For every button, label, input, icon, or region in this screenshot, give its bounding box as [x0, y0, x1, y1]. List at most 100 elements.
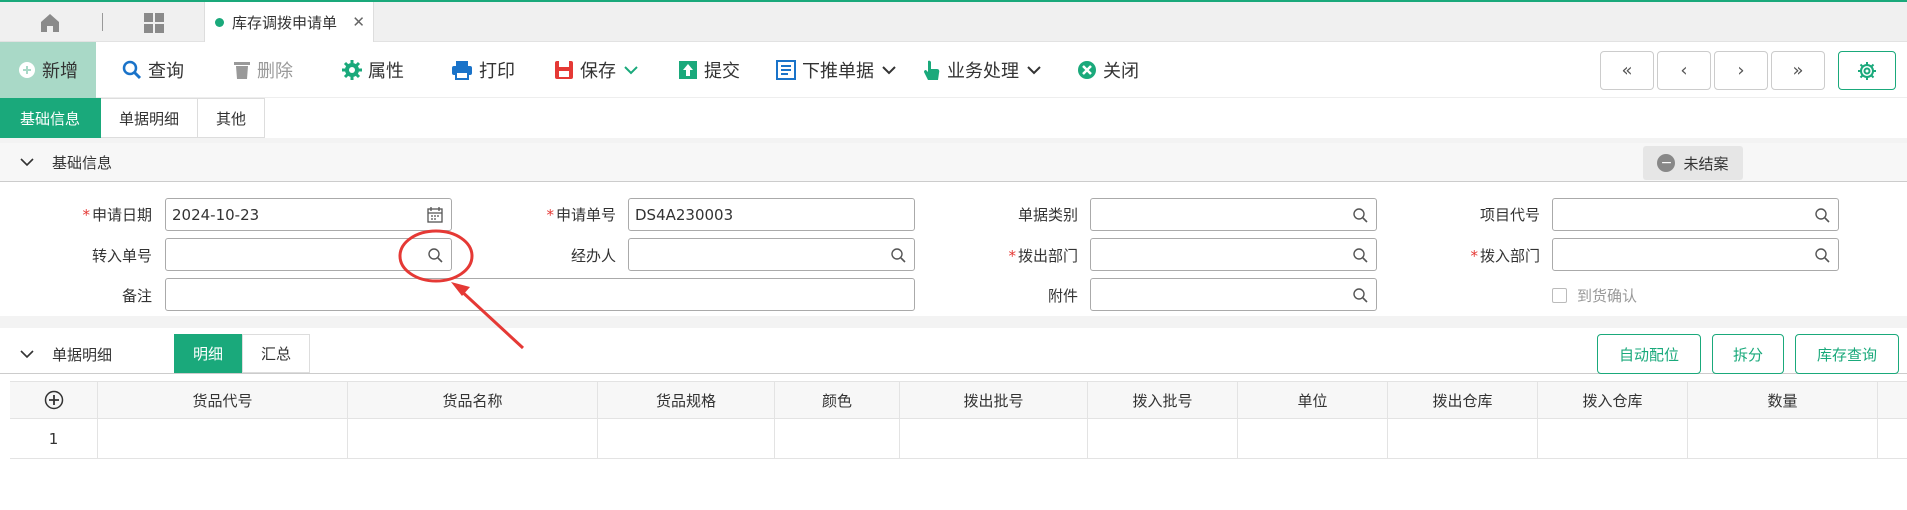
handler-label: 经办人 [570, 247, 616, 265]
in-dept-label: * 拨入部门 [1470, 247, 1540, 265]
upload-icon [679, 61, 697, 79]
chevron-down-icon[interactable] [882, 65, 896, 75]
table-row[interactable]: 1 [10, 419, 1907, 459]
table-cell[interactable] [1388, 419, 1538, 458]
chevron-down-icon[interactable] [20, 349, 34, 359]
table-cell[interactable] [775, 419, 900, 458]
transfer-in-no-field[interactable] [165, 238, 452, 271]
first-record-button[interactable]: « [1600, 51, 1654, 90]
divider-strip [0, 316, 1907, 328]
table-cell[interactable] [348, 419, 598, 458]
table-cell[interactable] [1238, 419, 1388, 458]
remark-label: 备注 [121, 287, 152, 305]
property-button-label: 属性 [368, 61, 404, 82]
section-title: 单据明细 [52, 345, 113, 364]
checkbox-box[interactable] [1552, 288, 1567, 303]
search-icon[interactable] [1814, 207, 1830, 223]
print-button-label: 打印 [479, 61, 515, 82]
push-document-label: 下推单据 [802, 61, 874, 82]
column-header[interactable]: 货品代号 [98, 382, 348, 418]
doc-type-field[interactable] [1090, 198, 1377, 231]
table-cell[interactable] [900, 419, 1088, 458]
calendar-icon[interactable] [427, 207, 443, 223]
delete-button[interactable]: 删除 [233, 42, 293, 98]
column-header[interactable]: 拨出仓库 [1388, 382, 1538, 418]
search-icon[interactable] [1352, 207, 1368, 223]
table-filler [1878, 419, 1907, 458]
project-code-field[interactable] [1552, 198, 1839, 231]
printer-icon [452, 61, 472, 80]
column-header[interactable]: 货品名称 [348, 382, 598, 418]
chevron-down-icon[interactable] [20, 157, 34, 167]
business-process-button[interactable]: 业务处理 [923, 42, 1041, 98]
apply-no-field[interactable]: DS4A230003 [628, 198, 915, 231]
close-tab-icon[interactable]: ✕ [352, 13, 365, 31]
column-header[interactable]: 颜色 [775, 382, 900, 418]
table-cell[interactable] [598, 419, 775, 458]
settings-button[interactable] [1838, 51, 1896, 90]
column-header[interactable]: 数量 [1688, 382, 1878, 418]
table-cell[interactable] [1538, 419, 1688, 458]
toolbar: 新增 查询 删除 属性 打印 保存 提交 下推单据 业务处理 关闭 « ‹ › [0, 42, 1907, 98]
submit-button-label: 提交 [704, 61, 740, 82]
table-cell[interactable] [1688, 419, 1878, 458]
submit-button[interactable]: 提交 [678, 42, 740, 98]
remark-field[interactable] [165, 278, 915, 311]
detail-view-toggle: 明细 汇总 [174, 334, 311, 373]
search-icon[interactable] [1814, 247, 1830, 263]
toggle-summary[interactable]: 汇总 [242, 334, 311, 373]
basic-info-section-header[interactable]: 基础信息 [0, 143, 1907, 182]
in-dept-field[interactable] [1552, 238, 1839, 271]
split-button[interactable]: 拆分 [1712, 334, 1784, 374]
gear-icon [342, 60, 362, 80]
apply-no-label: * 申请单号 [546, 206, 616, 224]
column-header[interactable]: 货品规格 [598, 382, 775, 418]
handler-field[interactable] [628, 238, 915, 271]
apply-date-field[interactable]: 2024-10-23 [165, 198, 452, 231]
last-record-button[interactable]: » [1771, 51, 1825, 90]
close-button[interactable]: 关闭 [1077, 42, 1139, 98]
row-index: 1 [10, 419, 98, 458]
auto-locate-button[interactable]: 自动配位 [1597, 334, 1701, 374]
search-icon[interactable] [890, 247, 906, 263]
column-header[interactable]: 拨入批号 [1088, 382, 1238, 418]
column-header[interactable]: 拨入仓库 [1538, 382, 1688, 418]
query-button[interactable]: 查询 [122, 42, 184, 98]
search-icon[interactable] [1352, 247, 1368, 263]
detail-table: 货品代号 货品名称 货品规格 颜色 拨出批号 拨入批号 单位 拨出仓库 拨入仓库… [10, 381, 1907, 459]
add-row-button[interactable] [10, 382, 98, 418]
transfer-in-no-label: 转入单号 [91, 247, 152, 265]
trash-icon [234, 62, 250, 79]
section-title: 基础信息 [52, 153, 113, 172]
arrival-confirm-checkbox[interactable]: 到货确认 [1552, 285, 1637, 306]
save-button[interactable]: 保存 [554, 42, 638, 98]
chevron-down-icon[interactable] [1027, 65, 1041, 75]
attachment-field[interactable] [1090, 278, 1377, 311]
column-header[interactable]: 拨出批号 [900, 382, 1088, 418]
property-button[interactable]: 属性 [342, 42, 404, 98]
table-cell[interactable] [98, 419, 348, 458]
grid-icon[interactable] [143, 12, 165, 34]
print-button[interactable]: 打印 [451, 42, 515, 98]
out-dept-field[interactable] [1090, 238, 1377, 271]
search-icon[interactable] [427, 247, 443, 263]
chevron-down-icon[interactable] [624, 65, 638, 75]
new-button[interactable]: 新增 [0, 42, 96, 98]
search-icon[interactable] [1352, 287, 1368, 303]
toggle-detail[interactable]: 明细 [174, 334, 243, 373]
home-icon[interactable] [38, 12, 62, 34]
tab-document-detail[interactable]: 单据明细 [101, 98, 199, 138]
plus-circle-icon [44, 390, 63, 410]
stock-query-button[interactable]: 库存查询 [1795, 334, 1899, 374]
double-chevron-right-icon: » [1792, 60, 1804, 81]
tab-stock-transfer-request[interactable]: 库存调拨申请单 ✕ [204, 2, 374, 42]
next-record-button[interactable]: › [1714, 51, 1768, 90]
previous-record-button[interactable]: ‹ [1657, 51, 1711, 90]
delete-button-label: 删除 [257, 61, 293, 82]
push-document-button[interactable]: 下推单据 [776, 42, 896, 98]
tab-other[interactable]: 其他 [198, 98, 266, 138]
tab-basic-info[interactable]: 基础信息 [0, 98, 102, 138]
table-cell[interactable] [1088, 419, 1238, 458]
new-button-label: 新增 [42, 61, 78, 82]
column-header[interactable]: 单位 [1238, 382, 1388, 418]
